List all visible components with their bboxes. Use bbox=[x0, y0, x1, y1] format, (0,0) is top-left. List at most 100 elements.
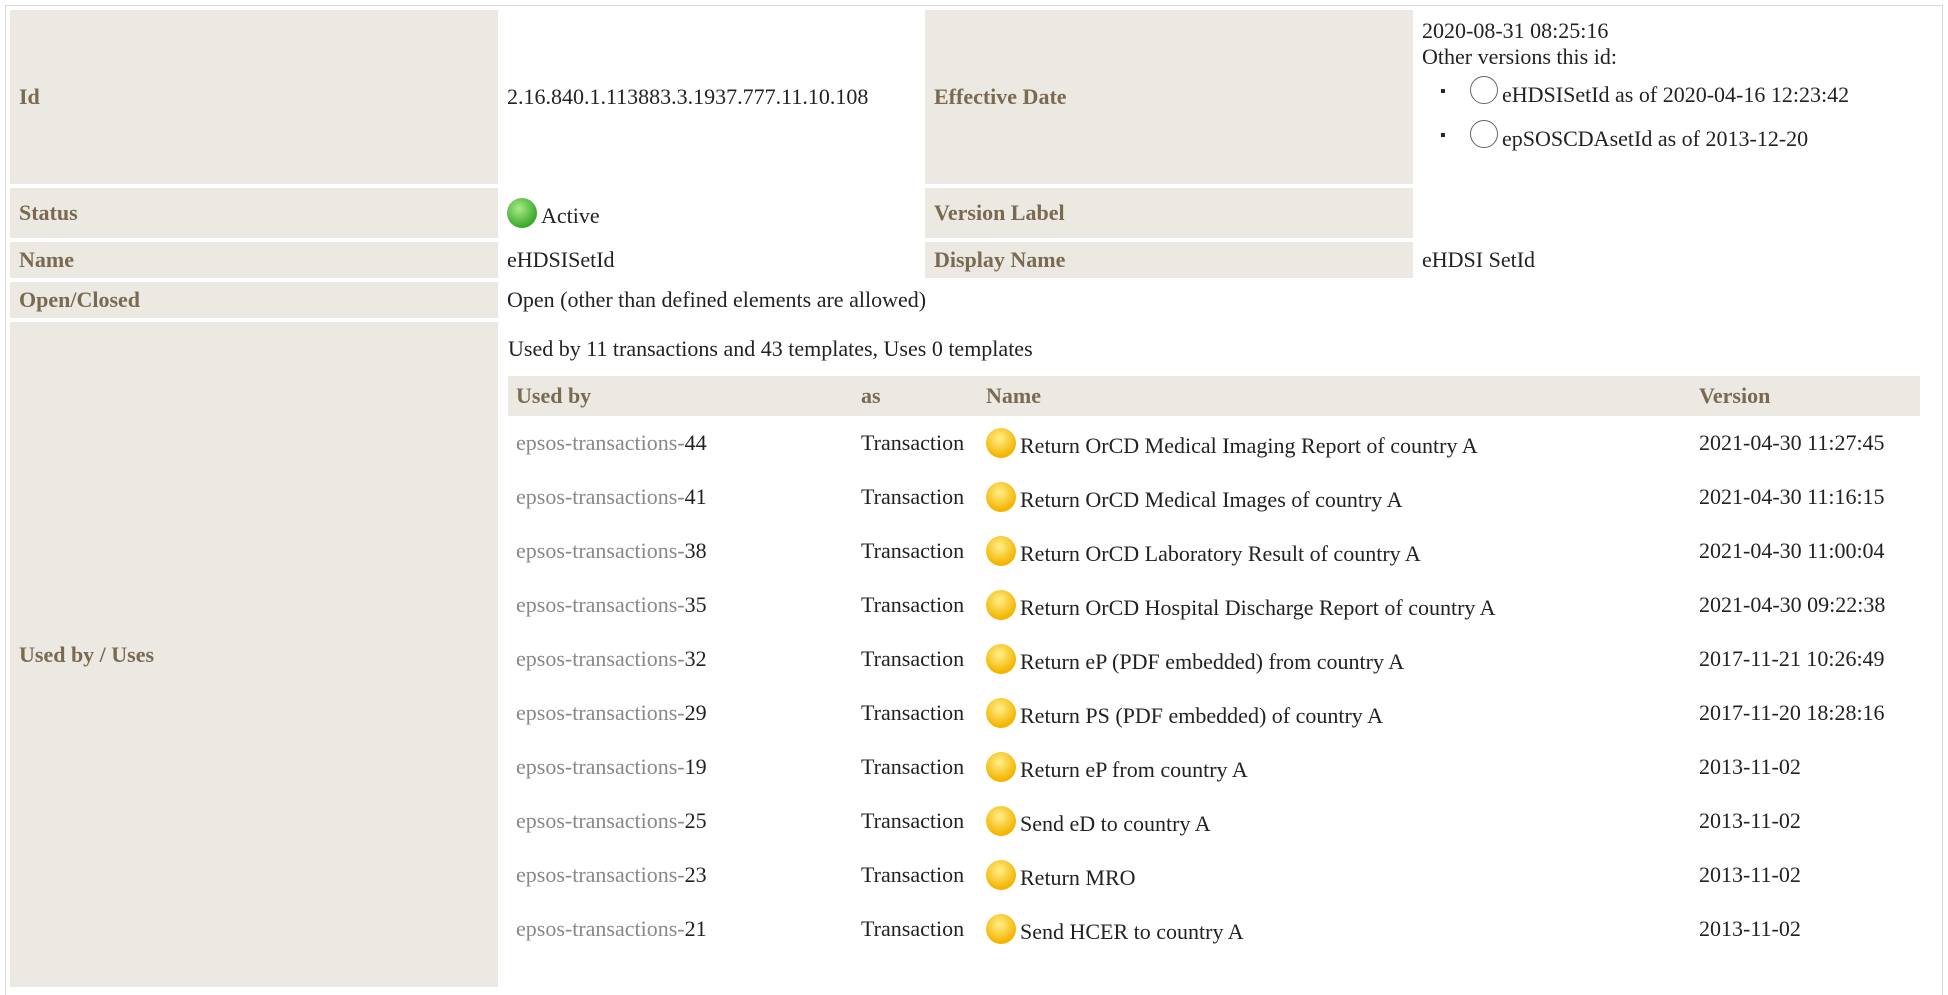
row-version: 2013-11-02 bbox=[1699, 808, 1801, 833]
row-type: Transaction bbox=[861, 484, 965, 509]
display-name-label: Display Name bbox=[925, 242, 1413, 278]
status-value: Active bbox=[541, 202, 600, 228]
draft-status-icon bbox=[986, 859, 1016, 890]
draft-status-icon bbox=[986, 697, 1016, 728]
row-name[interactable]: Return OrCD Medical Imaging Report of co… bbox=[1020, 433, 1478, 458]
row-type: Transaction bbox=[861, 754, 965, 779]
row-name[interactable]: Return eP (PDF embedded) from country A bbox=[1020, 649, 1404, 674]
other-version-date: as of 2020-04-16 12:23:42 bbox=[1615, 82, 1850, 107]
row-version: 2021-04-30 11:00:04 bbox=[1699, 538, 1885, 563]
draft-status-icon bbox=[986, 427, 1016, 458]
draft-status-icon bbox=[986, 481, 1016, 512]
transaction-link-prefix[interactable]: epsos-transactions- bbox=[516, 430, 685, 455]
effective-date-label: Effective Date bbox=[925, 10, 1413, 184]
row-id: Id 2.16.840.1.113883.3.1937.777.11.10.10… bbox=[10, 10, 1940, 184]
open-closed-value: Open (other than defined elements are al… bbox=[507, 287, 927, 312]
row-type: Transaction bbox=[861, 862, 965, 887]
draft-status-icon bbox=[986, 913, 1016, 944]
transaction-link-number[interactable]: 41 bbox=[685, 484, 707, 509]
transaction-link-prefix[interactable]: epsos-transactions- bbox=[516, 592, 685, 617]
row-type: Transaction bbox=[861, 916, 965, 941]
other-version-date: as of 2013-12-20 bbox=[1657, 126, 1809, 151]
draft-status-icon bbox=[986, 535, 1016, 566]
table-row[interactable]: epsos-transactions-25 Transaction Send e… bbox=[508, 794, 1920, 848]
row-type: Transaction bbox=[861, 700, 965, 725]
table-row[interactable]: epsos-transactions-23 Transaction Return… bbox=[508, 848, 1920, 902]
column-used-by: Used by bbox=[508, 376, 853, 416]
transaction-link-prefix[interactable]: epsos-transactions- bbox=[516, 538, 685, 563]
row-version: 2021-04-30 11:16:15 bbox=[1699, 484, 1885, 509]
version-label-label: Version Label bbox=[925, 188, 1413, 238]
other-version-item[interactable]: eHDSISetId as of 2020-04-16 12:23:42 bbox=[1440, 76, 1931, 108]
row-name[interactable]: Return OrCD Medical Images of country A bbox=[1020, 487, 1402, 512]
transaction-link-number[interactable]: 44 bbox=[685, 430, 707, 455]
effective-date-cell: 2020-08-31 08:25:16 Other versions this … bbox=[1413, 10, 1940, 238]
row-name: Name eHDSISetId Display Name eHDSI SetId bbox=[10, 242, 1940, 278]
row-version: 2013-11-02 bbox=[1699, 754, 1801, 779]
transaction-link-prefix[interactable]: epsos-transactions- bbox=[516, 700, 685, 725]
row-used-by: Used by / Uses Used by 11 transactions a… bbox=[10, 322, 1940, 987]
other-version-name: epSOSCDAsetId bbox=[1502, 126, 1653, 151]
id-label: Id bbox=[10, 10, 498, 184]
table-row[interactable]: epsos-transactions-41 Transaction Return… bbox=[508, 470, 1920, 524]
display-name-value: eHDSI SetId bbox=[1422, 247, 1536, 272]
row-type: Transaction bbox=[861, 592, 965, 617]
row-version: 2021-04-30 09:22:38 bbox=[1699, 592, 1886, 617]
row-type: Transaction bbox=[861, 538, 965, 563]
table-row[interactable]: epsos-transactions-19 Transaction Return… bbox=[508, 740, 1920, 794]
radio-icon[interactable] bbox=[1470, 76, 1498, 104]
table-row[interactable]: epsos-transactions-44 Transaction Return… bbox=[508, 416, 1920, 470]
transaction-link-prefix[interactable]: epsos-transactions- bbox=[516, 862, 685, 887]
row-open-closed: Open/Closed Open (other than defined ele… bbox=[10, 282, 1940, 318]
details-table: Id 2.16.840.1.113883.3.1937.777.11.10.10… bbox=[10, 10, 1940, 987]
row-name[interactable]: Send eD to country A bbox=[1020, 811, 1211, 836]
transaction-link-prefix[interactable]: epsos-transactions- bbox=[516, 646, 685, 671]
transaction-link-number[interactable]: 32 bbox=[685, 646, 707, 671]
row-name[interactable]: Return eP from country A bbox=[1020, 757, 1248, 782]
transaction-link-prefix[interactable]: epsos-transactions- bbox=[516, 754, 685, 779]
transaction-link-prefix[interactable]: epsos-transactions- bbox=[516, 916, 685, 941]
transaction-link-prefix[interactable]: epsos-transactions- bbox=[516, 484, 685, 509]
open-closed-label: Open/Closed bbox=[10, 282, 498, 318]
row-type: Transaction bbox=[861, 646, 965, 671]
row-version: 2017-11-20 18:28:16 bbox=[1699, 700, 1885, 725]
used-by-cell: Used by 11 transactions and 43 templates… bbox=[498, 322, 1940, 987]
usage-table: Used by as Name Version epsos-transactio… bbox=[508, 376, 1920, 956]
table-row[interactable]: epsos-transactions-29 Transaction Return… bbox=[508, 686, 1920, 740]
radio-icon[interactable] bbox=[1470, 120, 1498, 148]
row-name[interactable]: Return OrCD Laboratory Result of country… bbox=[1020, 541, 1421, 566]
name-label: Name bbox=[10, 242, 498, 278]
transaction-link-number[interactable]: 38 bbox=[685, 538, 707, 563]
table-row[interactable]: epsos-transactions-38 Transaction Return… bbox=[508, 524, 1920, 578]
row-version: 2017-11-21 10:26:49 bbox=[1699, 646, 1885, 671]
usage-table-header: Used by as Name Version bbox=[508, 376, 1920, 416]
transaction-link-number[interactable]: 21 bbox=[685, 916, 707, 941]
draft-status-icon bbox=[986, 805, 1016, 836]
row-name[interactable]: Return OrCD Hospital Discharge Report of… bbox=[1020, 595, 1496, 620]
table-row[interactable]: epsos-transactions-21 Transaction Send H… bbox=[508, 902, 1920, 956]
row-name[interactable]: Return MRO bbox=[1020, 865, 1136, 890]
other-versions-label: Other versions this id: bbox=[1422, 44, 1617, 69]
transaction-link-prefix[interactable]: epsos-transactions- bbox=[516, 808, 685, 833]
other-version-name: eHDSISetId bbox=[1502, 82, 1610, 107]
status-label: Status bbox=[10, 188, 498, 238]
draft-status-icon bbox=[986, 751, 1016, 782]
id-value: 2.16.840.1.113883.3.1937.777.11.10.108 bbox=[507, 84, 869, 109]
row-type: Transaction bbox=[861, 430, 965, 455]
other-version-item[interactable]: epSOSCDAsetId as of 2013-12-20 bbox=[1440, 120, 1931, 152]
transaction-link-number[interactable]: 29 bbox=[685, 700, 707, 725]
column-version: Version bbox=[1691, 376, 1920, 416]
table-row[interactable]: epsos-transactions-32 Transaction Return… bbox=[508, 632, 1920, 686]
row-version: 2013-11-02 bbox=[1699, 916, 1801, 941]
table-row[interactable]: epsos-transactions-35 Transaction Return… bbox=[508, 578, 1920, 632]
transaction-link-number[interactable]: 25 bbox=[685, 808, 707, 833]
row-name[interactable]: Send HCER to country A bbox=[1020, 919, 1244, 944]
row-version: 2013-11-02 bbox=[1699, 862, 1801, 887]
row-version: 2021-04-30 11:27:45 bbox=[1699, 430, 1885, 455]
column-as: as bbox=[853, 376, 978, 416]
transaction-link-number[interactable]: 35 bbox=[685, 592, 707, 617]
used-by-uses-label: Used by / Uses bbox=[10, 322, 498, 987]
transaction-link-number[interactable]: 23 bbox=[685, 862, 707, 887]
row-name[interactable]: Return PS (PDF embedded) of country A bbox=[1020, 703, 1383, 728]
transaction-link-number[interactable]: 19 bbox=[685, 754, 707, 779]
